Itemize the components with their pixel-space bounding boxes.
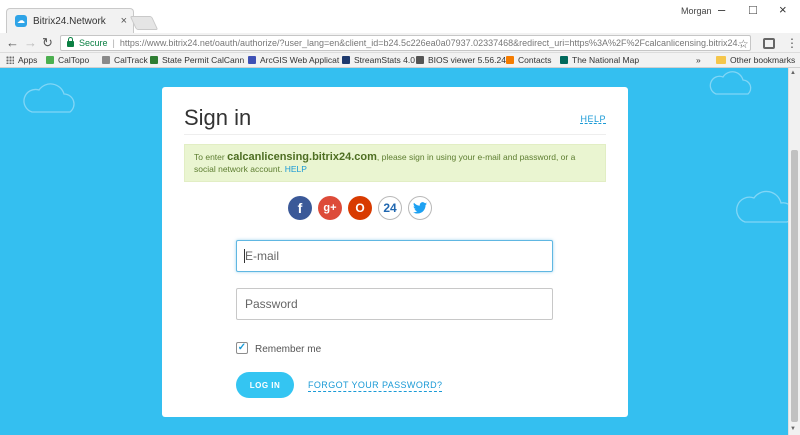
url-text[interactable]: https://www.bitrix24.net/oauth/authorize…: [120, 38, 745, 48]
forward-icon[interactable]: →: [24, 35, 37, 51]
password-field[interactable]: [236, 288, 553, 320]
bookmark-label: Apps: [18, 55, 38, 65]
address-separator: |: [112, 38, 115, 48]
close-window-icon[interactable]: ×: [779, 2, 787, 17]
back-icon[interactable]: ←: [6, 35, 19, 51]
cloud-icon: [709, 71, 752, 95]
arcgis-icon: [248, 56, 256, 64]
bookmark-label: Other bookmarks: [730, 55, 796, 65]
remember-checkbox[interactable]: ✓: [236, 342, 248, 354]
other-bookmarks[interactable]: Other bookmarks: [716, 55, 795, 65]
bookmark-state-permit[interactable]: State Permit CalCann: [150, 55, 244, 65]
bookmark-star-icon[interactable]: ☆: [738, 37, 749, 51]
contacts-icon: [506, 56, 514, 64]
scroll-down-icon[interactable]: ▼: [790, 426, 796, 432]
cloud-icon: [736, 190, 794, 223]
divider: [184, 134, 606, 135]
notice-help-link[interactable]: HELP: [285, 164, 307, 174]
browser-tab[interactable]: ☁ Bitrix24.Network ×: [6, 8, 134, 33]
cloud-icon: [23, 83, 75, 113]
office365-icon[interactable]: O: [348, 196, 372, 220]
scroll-up-icon[interactable]: ▲: [790, 70, 796, 76]
notice-prefix: To enter: [194, 152, 225, 162]
bookmark-label: StreamStats 4.0: [354, 55, 415, 65]
bitrix-favicon-icon: ☁: [15, 15, 27, 27]
map-icon: [560, 56, 568, 64]
bookmarks-bar: Apps CalTopo CalTrack State Permit CalCa…: [0, 53, 800, 68]
new-tab-button[interactable]: [129, 16, 159, 30]
signin-card: Sign in HELP To enter calcanlicensing.bi…: [162, 87, 628, 417]
bookmark-label: The National Map: [572, 55, 640, 65]
signin-notice: To enter calcanlicensing.bitrix24.com, p…: [184, 144, 606, 182]
bitrix24-icon[interactable]: 24: [378, 196, 402, 220]
bookmark-streamstats[interactable]: StreamStats 4.0: [342, 55, 415, 65]
bookmark-label: BIOS viewer 5.56.24: [428, 55, 506, 65]
caltopo-icon: [46, 56, 54, 64]
address-bar[interactable]: Secure | https://www.bitrix24.net/oauth/…: [60, 35, 751, 51]
bookmark-label: State Permit CalCann: [162, 55, 245, 65]
help-link[interactable]: HELP: [580, 114, 606, 124]
google-plus-icon[interactable]: g+: [318, 196, 342, 220]
browser-toolbar: ← → ↻ Secure | https://www.bitrix24.net/…: [0, 33, 800, 53]
reload-icon[interactable]: ↻: [42, 35, 53, 51]
page-icon: [102, 56, 110, 64]
login-button[interactable]: LOG IN: [236, 372, 294, 398]
bookmark-caltopo[interactable]: CalTopo: [46, 55, 89, 65]
maximize-icon[interactable]: □: [749, 2, 757, 17]
bookmark-bios-viewer[interactable]: BIOS viewer 5.56.24: [416, 55, 506, 65]
tab-strip: ☁ Bitrix24.Network × Morgan – □ ×: [0, 0, 800, 33]
remember-me[interactable]: ✓ Remember me: [236, 341, 321, 355]
profile-name[interactable]: Morgan: [681, 6, 712, 16]
apps-grid-icon: [6, 56, 14, 64]
social-login-row: f g+ O 24: [288, 196, 438, 220]
shield-icon: [342, 56, 350, 64]
bookmark-label: CalTrack: [114, 55, 148, 65]
secure-label: Secure: [79, 38, 108, 48]
bookmark-contacts[interactable]: Contacts: [506, 55, 552, 65]
tab-close-icon[interactable]: ×: [121, 15, 127, 27]
bookmark-label: ArcGIS Web Applicat: [260, 55, 340, 65]
bookmark-caltrack[interactable]: CalTrack: [102, 55, 148, 65]
minimize-icon[interactable]: –: [718, 2, 725, 17]
tab-title: Bitrix24.Network: [33, 15, 106, 27]
scrollbar-thumb[interactable]: [791, 150, 798, 422]
facebook-icon[interactable]: f: [288, 196, 312, 220]
bookmark-label: CalTopo: [58, 55, 90, 65]
page-icon: [416, 56, 424, 64]
bookmark-apps[interactable]: Apps: [6, 55, 37, 65]
twitter-icon[interactable]: [408, 196, 432, 220]
bookmarks-overflow[interactable]: »: [696, 55, 701, 65]
email-field[interactable]: [236, 240, 553, 272]
leaf-icon: [150, 56, 158, 64]
twitter-bird-icon: [413, 202, 427, 214]
browser-menu-icon[interactable]: ⋮: [786, 36, 798, 50]
bookmark-label: Contacts: [518, 55, 552, 65]
bookmark-arcgis[interactable]: ArcGIS Web Applicat: [248, 55, 339, 65]
text-caret: [244, 249, 245, 263]
folder-icon: [716, 56, 726, 64]
lock-icon: [67, 37, 74, 47]
extension-icon[interactable]: [763, 38, 775, 49]
remember-label: Remember me: [255, 344, 322, 355]
notice-domain: calcanlicensing.bitrix24.com: [227, 151, 377, 163]
page-title: Sign in: [184, 105, 252, 130]
forgot-password-link[interactable]: FORGOT YOUR PASSWORD?: [308, 380, 443, 392]
bookmark-national-map[interactable]: The National Map: [560, 55, 639, 65]
